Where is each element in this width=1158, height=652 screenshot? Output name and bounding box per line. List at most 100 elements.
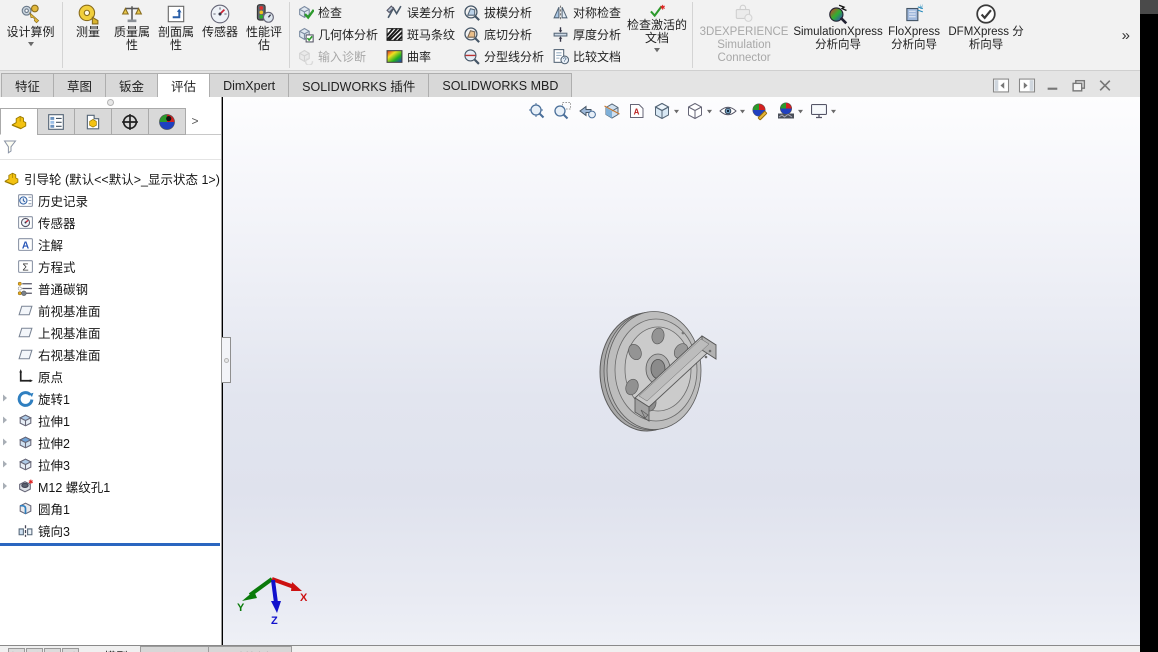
- panel-collapse-handle[interactable]: [222, 337, 231, 383]
- nav-first-button[interactable]: [8, 648, 25, 652]
- plane-icon: [17, 302, 34, 319]
- dropdown-caret-icon[interactable]: [739, 109, 746, 114]
- expand-arrow-icon[interactable]: [2, 482, 8, 490]
- expand-arrow-icon[interactable]: [2, 416, 8, 424]
- compare-documents-icon: ?: [552, 48, 570, 65]
- rollback-bar[interactable]: [0, 543, 220, 546]
- tree-item[interactable]: 镜向3: [0, 519, 221, 541]
- section-properties-icon: [165, 3, 187, 25]
- dropdown-caret-icon[interactable]: [797, 109, 804, 114]
- ribbon-button-simulationxpress[interactable]: SimulationXpress 分析向导: [792, 0, 884, 70]
- tree-item[interactable]: 拉伸2: [0, 431, 221, 453]
- tree-item[interactable]: 历史记录: [0, 189, 221, 211]
- ribbon-button-measure[interactable]: 测量: [66, 0, 110, 70]
- expand-arrow-icon[interactable]: [2, 460, 8, 468]
- manager-tabs-overflow-button[interactable]: >: [185, 108, 205, 134]
- ribbon-button-section-properties[interactable]: 剖面属性: [154, 0, 198, 70]
- expand-arrow-icon[interactable]: [2, 438, 8, 446]
- tree-item[interactable]: A 注解: [0, 233, 221, 255]
- tree-item[interactable]: M12 螺纹孔1: [0, 475, 221, 497]
- section-view-button[interactable]: [601, 100, 623, 122]
- edit-appearance-button[interactable]: [750, 100, 772, 122]
- tab-SOLIDWORKS 插件[interactable]: SOLIDWORKS 插件: [288, 73, 430, 97]
- ribbon-button-curvature[interactable]: 曲率: [386, 45, 455, 67]
- tab-钣金[interactable]: 钣金: [105, 73, 159, 97]
- tree-filter-row: [0, 135, 221, 160]
- ribbon-button-symmetry-check[interactable]: 对称检查: [552, 1, 621, 23]
- tree-item[interactable]: 旋转1: [0, 387, 221, 409]
- tab-草图[interactable]: 草图: [53, 73, 107, 97]
- study-tab-运动算例 1[interactable]: 运动算例 1: [207, 646, 292, 652]
- zoom-to-area-button[interactable]: [551, 100, 573, 122]
- ribbon-button-label: 测量: [75, 25, 100, 39]
- view-orientation-button[interactable]: [651, 100, 681, 122]
- nav-last-button[interactable]: [62, 648, 79, 652]
- ribbon-button-zebra-stripes[interactable]: 斑马条纹: [386, 23, 455, 45]
- ribbon-button-deviation-analysis[interactable]: 误差分析: [386, 1, 455, 23]
- ribbon-button-parting-line-analysis[interactable]: 分型线分析: [463, 45, 544, 67]
- ribbon-button-performance-evaluation[interactable]: 性能评估: [242, 0, 286, 70]
- tree-item[interactable]: 原点: [0, 365, 221, 387]
- display-style-button[interactable]: [684, 100, 714, 122]
- ribbon-button-dfmxpress[interactable]: DFMXpress 分析向导: [944, 0, 1028, 70]
- previous-view-button[interactable]: [576, 100, 598, 122]
- dropdown-caret-icon[interactable]: [706, 109, 713, 114]
- restore-button[interactable]: [1070, 78, 1088, 93]
- filter-icon[interactable]: [3, 139, 19, 155]
- fillet-icon: [17, 500, 34, 517]
- pane-left-button[interactable]: [992, 78, 1010, 93]
- model-3d-idler-wheel[interactable]: [597, 300, 725, 438]
- tree-item[interactable]: 传感器: [0, 211, 221, 233]
- annotation-views-button[interactable]: A: [626, 100, 648, 122]
- ribbon-button-undercut-analysis[interactable]: 底切分析: [463, 23, 544, 45]
- tree-item[interactable]: 拉伸1: [0, 409, 221, 431]
- tree-item[interactable]: Σ 方程式: [0, 255, 221, 277]
- view-settings-button[interactable]: [808, 100, 838, 122]
- manager-tab-configurationmanager[interactable]: [74, 108, 112, 135]
- hide-show-items-button[interactable]: [717, 100, 747, 122]
- design-study-button[interactable]: 设计算例: [2, 0, 59, 70]
- dropdown-caret-icon[interactable]: [830, 109, 837, 114]
- tree-item-label: 注解: [38, 238, 64, 253]
- ribbon-button-floxpress[interactable]: # FloXpress 分析向导: [884, 0, 944, 70]
- dropdown-caret-icon[interactable]: [673, 109, 680, 114]
- zoom-to-fit-button[interactable]: [526, 100, 548, 122]
- ribbon-button-thickness-analysis[interactable]: 厚度分析: [552, 23, 621, 45]
- expand-arrow-icon[interactable]: [2, 394, 8, 402]
- tab-评估[interactable]: 评估: [157, 73, 211, 97]
- ribbon-button-mass-properties[interactable]: 质量属性: [110, 0, 154, 70]
- tab-SOLIDWORKS MBD[interactable]: SOLIDWORKS MBD: [428, 73, 573, 97]
- manager-tab-displaymanager[interactable]: [148, 108, 186, 135]
- ribbon-button-sensor[interactable]: 传感器: [198, 0, 242, 70]
- featuremanager-panel: > 引导轮 (默认<<默认>_显示状态 1>) 历史记录 传感器 A 注解 Σ 方程式 普通…: [0, 97, 222, 645]
- tree-item[interactable]: 普通碳钢: [0, 277, 221, 299]
- check-active-doc-button[interactable]: 检查激活的文档: [625, 0, 689, 70]
- tab-DimXpert[interactable]: DimXpert: [209, 73, 290, 97]
- ribbon-button-label: 性能评估: [245, 25, 282, 52]
- tree-item[interactable]: 拉伸3: [0, 453, 221, 475]
- tree-item[interactable]: 前视基准面: [0, 299, 221, 321]
- manager-tab-featuremanager-tree[interactable]: [0, 108, 38, 135]
- ribbon-overflow-button[interactable]: »: [1118, 27, 1140, 44]
- nav-next-button[interactable]: [44, 648, 61, 652]
- apply-scene-button[interactable]: [775, 100, 805, 122]
- pane-right-button[interactable]: [1018, 78, 1036, 93]
- manager-tab-propertymanager[interactable]: [37, 108, 75, 135]
- tree-item[interactable]: 圆角1: [0, 497, 221, 519]
- close-button[interactable]: [1096, 78, 1114, 93]
- ribbon-button-check[interactable]: 检查: [297, 1, 378, 23]
- minimize-button[interactable]: [1044, 78, 1062, 93]
- panel-splitter[interactable]: [0, 97, 221, 108]
- manager-tab-dimxpertmanager[interactable]: [111, 108, 149, 135]
- ribbon-button-geometry-analysis[interactable]: 几何体分析: [297, 23, 378, 45]
- tree-item[interactable]: 上视基准面: [0, 321, 221, 343]
- study-tab-3D 视图[interactable]: 3D 视图: [140, 646, 209, 652]
- ribbon-button-compare-documents[interactable]: ? 比较文档: [552, 45, 621, 67]
- nav-prev-button[interactable]: [26, 648, 43, 652]
- graphics-area[interactable]: A X Y Z: [223, 97, 1140, 645]
- study-tab-模型[interactable]: 模型: [92, 646, 140, 652]
- tree-item[interactable]: 右视基准面: [0, 343, 221, 365]
- tab-特征[interactable]: 特征: [1, 73, 55, 97]
- tree-root-item[interactable]: 引导轮 (默认<<默认>_显示状态 1>): [0, 167, 221, 189]
- ribbon-button-draft-analysis[interactable]: 拔模分析: [463, 1, 544, 23]
